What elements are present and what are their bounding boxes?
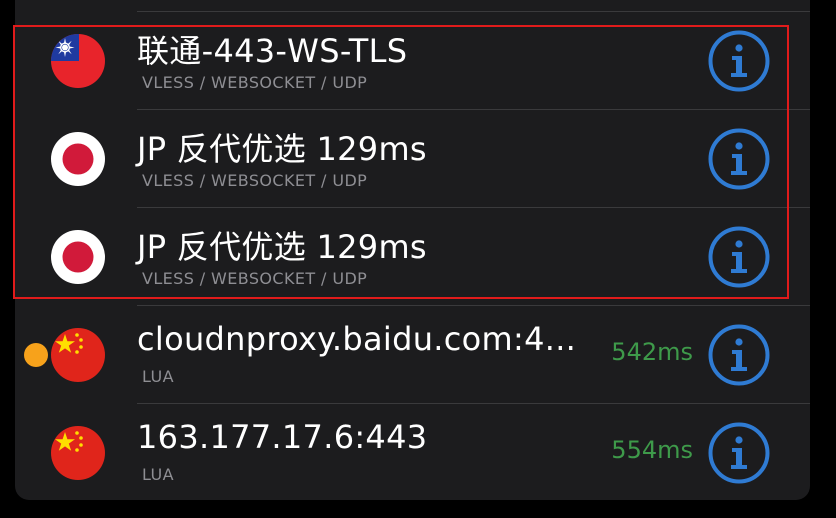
server-row-jp-129ms[interactable]: JP 反代优选 129ms VLESS / WEBSOCKET / UDP (15, 208, 810, 306)
server-protocol: LUA (142, 367, 174, 386)
server-protocol: VLESS / WEBSOCKET / UDP (142, 171, 368, 190)
china-flag-icon (51, 328, 105, 382)
server-row-unicom-443-ws-tls[interactable]: 联通-443-WS-TLS VLESS / WEBSOCKET / UDP (15, 12, 810, 110)
server-title: cloudnproxy.baidu.com:4... (137, 320, 577, 358)
info-icon (708, 128, 770, 190)
server-title: JP 反代优选 129ms (137, 130, 427, 168)
latency-value: 554ms (611, 436, 693, 464)
china-flag-icon (51, 426, 105, 480)
server-row-163-177-17-6[interactable]: 163.177.17.6:443 LUA 554ms (15, 404, 810, 500)
server-protocol: LUA (142, 465, 174, 484)
info-button[interactable] (707, 323, 771, 387)
server-protocol: VLESS / WEBSOCKET / UDP (142, 73, 368, 92)
info-icon (708, 226, 770, 288)
info-button[interactable] (707, 421, 771, 485)
info-icon (708, 324, 770, 386)
server-title: 联通-443-WS-TLS (137, 32, 408, 70)
server-row-jp-129ms[interactable]: JP 反代优选 129ms VLESS / WEBSOCKET / UDP (15, 110, 810, 208)
server-list: 联通-443-WS-TLS VLESS / WEBSOCKET / UDP JP… (15, 0, 810, 500)
info-button[interactable] (707, 225, 771, 289)
server-title: JP 反代优选 129ms (137, 228, 427, 266)
server-protocol: VLESS / WEBSOCKET / UDP (142, 269, 368, 288)
taiwan-flag-icon (51, 34, 105, 88)
active-status-dot (24, 343, 48, 367)
info-icon (708, 30, 770, 92)
latency-value: 542ms (611, 338, 693, 366)
info-icon (708, 422, 770, 484)
server-row-cloudnproxy[interactable]: cloudnproxy.baidu.com:4... LUA 542ms (15, 306, 810, 404)
info-button[interactable] (707, 127, 771, 191)
japan-flag-icon (51, 132, 105, 186)
server-title: 163.177.17.6:443 (137, 418, 428, 456)
info-button[interactable] (707, 29, 771, 93)
japan-flag-icon (51, 230, 105, 284)
